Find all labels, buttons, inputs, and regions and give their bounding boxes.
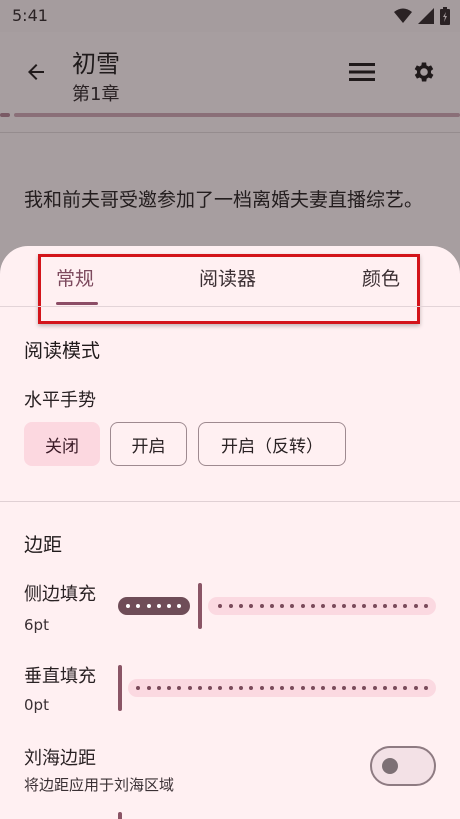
settings-tabs: 常规 阅读器 颜色: [0, 246, 460, 324]
slider-tick: [413, 604, 418, 608]
gesture-option-on[interactable]: 开启: [110, 422, 187, 466]
arrow-back-icon: [28, 64, 44, 80]
slider-tick: [413, 686, 418, 690]
slider-tick: [269, 604, 274, 608]
slider-tick: [424, 604, 428, 608]
horizontal-gesture-label: 水平手势: [24, 390, 96, 411]
book-title: 初雪: [72, 50, 120, 78]
divider: [0, 132, 460, 133]
reading-progress-bar[interactable]: [0, 112, 460, 118]
slider-tick: [424, 686, 428, 690]
section-margins-title: 边距: [24, 534, 63, 556]
slider-thumb[interactable]: [118, 665, 122, 711]
notch-margin-switch[interactable]: [370, 746, 436, 786]
slider-tick: [331, 686, 336, 690]
chapter-subtitle: 第1章: [72, 84, 120, 105]
slider-tick: [146, 604, 151, 608]
slider-tick: [269, 686, 274, 690]
gesture-option-on-inverted[interactable]: 开启（反转）: [198, 422, 346, 466]
vertical-padding-label: 垂直填充: [24, 666, 96, 687]
slider-tick: [228, 686, 233, 690]
status-time: 5:41: [12, 6, 48, 25]
side-padding-value: 6pt: [24, 616, 49, 634]
gesture-option-off[interactable]: 关闭: [24, 422, 100, 466]
menu-icon: [349, 63, 375, 81]
app-bar: 初雪 第1章: [0, 32, 460, 112]
slider-tick: [187, 686, 192, 690]
progress-track: [14, 113, 460, 117]
notch-margin-label: 刘海边距: [24, 748, 96, 769]
slider-tick: [146, 686, 151, 690]
divider: [0, 306, 460, 307]
slider-tick: [156, 604, 161, 608]
slider-tick: [310, 604, 315, 608]
slider-tick: [372, 604, 377, 608]
slider-tick: [197, 686, 202, 690]
section-reading-mode-title: 阅读模式: [24, 340, 101, 362]
reader-settings-sheet: 常规 阅读器 颜色 阅读模式 水平手势 关闭 开启 开启（反转） 边距 侧边填充…: [0, 246, 460, 819]
back-button[interactable]: [18, 54, 54, 90]
slider-thumb[interactable]: [198, 583, 202, 629]
status-icons: [394, 7, 450, 25]
highlight-box: [38, 254, 420, 324]
reader-page-text: 我和前夫哥受邀参加了一档离婚夫妻直播综艺。: [24, 189, 424, 211]
slider-tick: [126, 604, 130, 608]
slider-tick: [310, 686, 315, 690]
switch-knob: [382, 758, 398, 774]
slider-tick: [372, 686, 377, 690]
notch-margin-description: 将边距应用于刘海区域: [24, 776, 175, 794]
next-slider-thumb: [118, 812, 122, 819]
slider-tick: [300, 604, 305, 608]
slider-tick: [156, 686, 161, 690]
slider-tick: [382, 604, 387, 608]
signal-icon: [418, 8, 434, 24]
slider-tick: [331, 604, 336, 608]
settings-button[interactable]: [406, 54, 442, 90]
divider: [0, 501, 460, 502]
wifi-icon: [394, 8, 412, 23]
slider-tick: [300, 686, 305, 690]
vertical-padding-value: 0pt: [24, 696, 49, 714]
battery-icon: [440, 7, 450, 25]
slider-tick: [239, 686, 244, 690]
slider-tick: [259, 686, 264, 690]
chapters-menu-button[interactable]: [344, 54, 380, 90]
slider-tick: [382, 686, 387, 690]
status-bar: 5:41: [0, 0, 460, 32]
side-padding-label: 侧边填充: [24, 584, 96, 605]
slider-tick: [239, 604, 244, 608]
vertical-padding-slider[interactable]: [118, 665, 436, 711]
side-padding-slider[interactable]: [118, 583, 436, 629]
slider-tick: [341, 686, 346, 690]
progress-start: [0, 113, 10, 117]
slider-tick: [228, 604, 233, 608]
slider-tick: [259, 604, 264, 608]
gear-icon: [414, 62, 434, 82]
slider-tick: [341, 604, 346, 608]
